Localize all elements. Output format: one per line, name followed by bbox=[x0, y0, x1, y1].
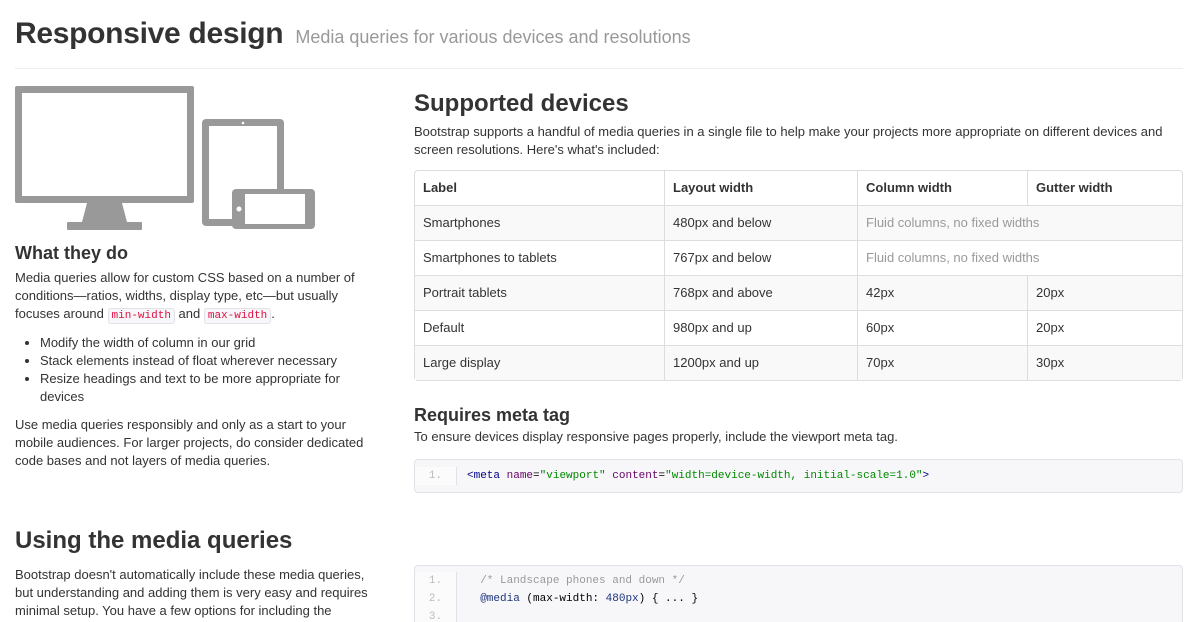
cell-column-width: 60px bbox=[857, 310, 1027, 345]
code-plain: ) { ... } bbox=[638, 593, 699, 605]
code-tag-open: <meta bbox=[467, 470, 501, 482]
cell-label: Smartphones to tablets bbox=[415, 240, 664, 275]
page-title: Responsive design Media queries for vari… bbox=[15, 14, 1183, 57]
line-number: 3. bbox=[415, 608, 457, 622]
line-number: 2. bbox=[415, 590, 457, 608]
devices-icon bbox=[15, 86, 315, 230]
line-number: 1. bbox=[415, 572, 457, 590]
code-line: 3. bbox=[415, 608, 1182, 622]
cell-gutter-width: 20px bbox=[1027, 310, 1182, 345]
page-title-text: Responsive design bbox=[15, 17, 284, 50]
using-media-queries-section: Using the media queries Bootstrap doesn'… bbox=[15, 526, 375, 620]
table-header-row: Label Layout width Column width Gutter w… bbox=[415, 171, 1182, 205]
code-eq: = bbox=[533, 470, 540, 482]
cell-column-width: Fluid columns, no fixed widths bbox=[857, 205, 1182, 240]
cell-layout-width: 980px and up bbox=[664, 310, 857, 345]
cell-label: Portrait tablets bbox=[415, 275, 664, 310]
code-line: 1. /* Landscape phones and down */ bbox=[415, 572, 1182, 590]
supported-devices-description: Bootstrap supports a handful of media qu… bbox=[414, 124, 1163, 157]
table-row: Default 980px and up 60px 20px bbox=[415, 310, 1182, 345]
cell-layout-width: 480px and below bbox=[664, 205, 857, 240]
cell-label: Default bbox=[415, 310, 664, 345]
code-comment: /* Landscape phones and down */ bbox=[480, 575, 685, 587]
list-item: Stack elements instead of float wherever… bbox=[40, 352, 365, 370]
meta-tag-description: To ensure devices display responsive pag… bbox=[414, 429, 898, 444]
code-min-width: min-width bbox=[107, 308, 175, 324]
meta-tag-code-block: 1. <meta name="viewport" content="width=d… bbox=[414, 459, 1183, 493]
cell-gutter-width: 20px bbox=[1027, 275, 1182, 310]
feature-list: Modify the width of column in our grid S… bbox=[40, 334, 365, 406]
meta-tag-heading: Requires meta tag bbox=[414, 405, 571, 425]
cell-label: Smartphones bbox=[415, 205, 664, 240]
cell-layout-width: 1200px and up bbox=[664, 345, 857, 380]
code-tag-close: > bbox=[922, 470, 930, 482]
code-attr-name: name bbox=[506, 470, 534, 482]
code-source: /* Landscape phones and down */ bbox=[457, 572, 685, 590]
code-max-width: max-width bbox=[203, 308, 272, 324]
code-source bbox=[457, 608, 474, 622]
page-header: Responsive design Media queries for vari… bbox=[15, 14, 1183, 69]
code-attr-value: "viewport" bbox=[539, 470, 606, 482]
cell-column-width: Fluid columns, no fixed widths bbox=[857, 240, 1182, 275]
code-source: @media (max-width: 480px) { ... } bbox=[457, 590, 698, 608]
cell-column-width: 42px bbox=[857, 275, 1027, 310]
column-header-gutter-width: Gutter width bbox=[1027, 171, 1182, 205]
what-they-do-heading: What they do bbox=[15, 243, 128, 263]
cell-layout-width: 768px and above bbox=[664, 275, 857, 310]
column-header-layout-width: Layout width bbox=[664, 171, 857, 205]
table-row: Smartphones to tablets 767px and below F… bbox=[415, 240, 1182, 275]
cell-column-width: 70px bbox=[857, 345, 1027, 380]
table-row: Smartphones 480px and below Fluid column… bbox=[415, 205, 1182, 240]
code-line: 2. @media (max-width: 480px) { ... } bbox=[415, 590, 1182, 608]
code-attr-content-value: "width=device-width, initial-scale=1.0" bbox=[665, 470, 923, 482]
media-queries-code-block: 1. /* Landscape phones and down */2. @me… bbox=[414, 565, 1183, 622]
supported-devices-section: Supported devices Bootstrap supports a h… bbox=[414, 89, 1183, 493]
line-number: 1. bbox=[415, 467, 457, 485]
column-header-label: Label bbox=[423, 180, 457, 195]
page-subtitle: Media queries for various devices and re… bbox=[295, 27, 691, 47]
cell-gutter-width: 30px bbox=[1027, 345, 1182, 380]
using-media-queries-heading: Using the media queries bbox=[15, 527, 293, 554]
cell-layout-width: 767px and below bbox=[664, 240, 857, 275]
and-text: and bbox=[174, 306, 204, 321]
code-line: 1. <meta name="viewport" content="width=d… bbox=[415, 467, 1182, 485]
column-header-column-width: Column width bbox=[857, 171, 1027, 205]
what-they-do-section: What they do Media queries allow for cus… bbox=[15, 243, 365, 479]
what-they-do-outro: Use media queries responsibly and only a… bbox=[15, 417, 364, 468]
list-item: Resize headings and text to be more appr… bbox=[40, 370, 365, 406]
period-text: . bbox=[271, 306, 275, 321]
supported-devices-heading: Supported devices bbox=[414, 90, 629, 117]
using-media-queries-description: Bootstrap doesn't automatically include … bbox=[15, 567, 368, 618]
devices-table: Label Layout width Column width Gutter w… bbox=[414, 170, 1183, 381]
code-source: <meta name="viewport" content="width=dev… bbox=[457, 467, 929, 485]
code-attr-content: content bbox=[612, 470, 659, 482]
code-number: 480px bbox=[605, 593, 639, 605]
what-they-do-intro: Media queries allow for custom CSS based… bbox=[15, 269, 365, 325]
code-keyword: @media bbox=[480, 593, 520, 605]
list-item: Modify the width of column in our grid bbox=[40, 334, 365, 352]
cell-label: Large display bbox=[415, 345, 664, 380]
table-row: Large display 1200px and up 70px 30px bbox=[415, 345, 1182, 380]
code-plain: (max-width: bbox=[519, 593, 606, 605]
table-row: Portrait tablets 768px and above 42px 20… bbox=[415, 275, 1182, 310]
devices-illustration bbox=[15, 86, 315, 234]
